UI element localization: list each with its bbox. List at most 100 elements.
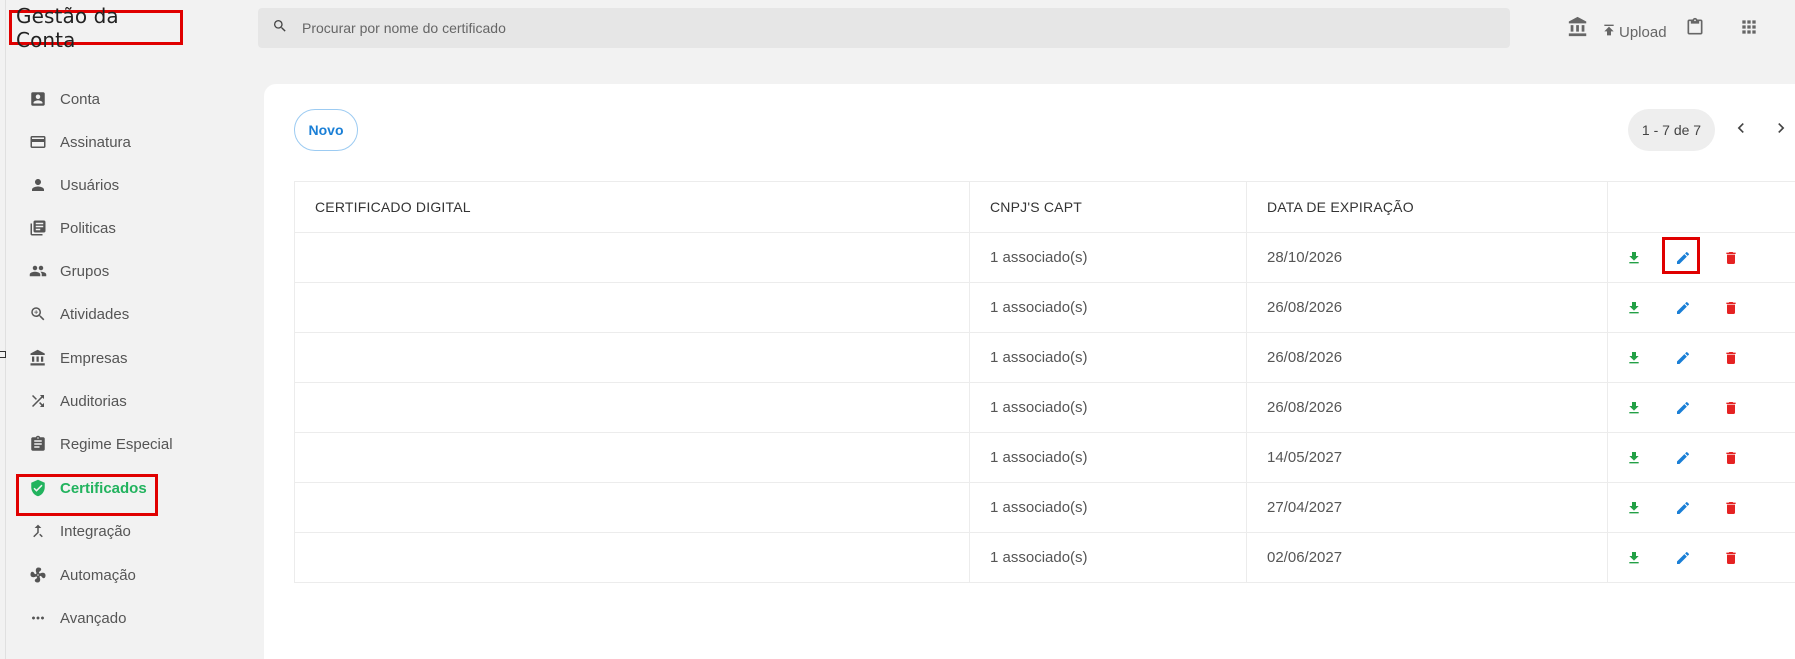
sidebar-item-politicas[interactable]: Politicas <box>28 213 116 243</box>
next-page-button[interactable] <box>1770 119 1792 141</box>
sidebar-item-label: Grupos <box>60 262 110 280</box>
certificate-name-cell <box>295 533 970 582</box>
credit-card-icon <box>28 132 48 152</box>
cnpjs-cell: 1 associado(s) <box>970 233 1247 282</box>
sidebar-item-regime-especial[interactable]: Regime Especial <box>28 429 173 459</box>
edit-pencil-icon[interactable] <box>1673 548 1693 568</box>
zoom-search-icon <box>28 304 48 324</box>
table-row[interactable]: 1 associado(s) 26/08/2026 <box>295 333 1795 383</box>
column-header-expiration[interactable]: DATA DE EXPIRAÇÃO <box>1247 182 1608 232</box>
library-books-icon <box>28 218 48 238</box>
sidebar-item-label: Atividades <box>60 305 130 323</box>
download-icon[interactable] <box>1624 548 1644 568</box>
app-root: Gestão da Conta Upload <box>0 0 1795 659</box>
more-horiz-icon <box>28 608 48 628</box>
certificate-name-cell <box>295 233 970 282</box>
table-row[interactable]: 1 associado(s) 28/10/2026 <box>295 233 1795 283</box>
sidebar-item-label: Avançado <box>60 609 127 627</box>
table-header-row: CERTIFICADO DIGITAL CNPJ'S CAPT DATA DE … <box>295 182 1795 233</box>
people-icon <box>28 261 48 281</box>
sidebar-item-grupos[interactable]: Grupos <box>28 256 109 286</box>
certificate-name-cell <box>295 333 970 382</box>
sidebar-item-label: Politicas <box>60 219 116 237</box>
search-bar[interactable] <box>258 8 1510 48</box>
expiration-cell: 02/06/2027 <box>1247 533 1608 582</box>
edit-pencil-icon[interactable] <box>1673 398 1693 418</box>
expiration-cell: 27/04/2027 <box>1247 483 1608 532</box>
cnpjs-cell: 1 associado(s) <box>970 283 1247 332</box>
column-header-cnpjs[interactable]: CNPJ'S CAPT <box>970 182 1247 232</box>
row-actions <box>1608 233 1795 282</box>
sidebar-item-label: Assinatura <box>60 133 131 151</box>
edit-pencil-icon[interactable] <box>1673 498 1693 518</box>
delete-trash-icon[interactable] <box>1721 398 1741 418</box>
bank-button[interactable] <box>1567 14 1589 44</box>
download-icon[interactable] <box>1624 448 1644 468</box>
previous-page-button[interactable] <box>1730 119 1752 141</box>
table-row[interactable]: 1 associado(s) 14/05/2027 <box>295 433 1795 483</box>
table-row[interactable]: 1 associado(s) 26/08/2026 <box>295 383 1795 433</box>
new-certificate-button[interactable]: Novo <box>294 109 358 151</box>
delete-trash-icon[interactable] <box>1721 248 1741 268</box>
download-icon[interactable] <box>1624 398 1644 418</box>
sidebar-item-avancado[interactable]: Avançado <box>28 603 126 633</box>
sidebar-item-usuarios[interactable]: Usuários <box>28 170 119 200</box>
cnpjs-cell: 1 associado(s) <box>970 433 1247 482</box>
download-icon[interactable] <box>1624 498 1644 518</box>
edit-pencil-icon[interactable] <box>1673 348 1693 368</box>
sidebar-item-label: Auditorias <box>60 392 127 410</box>
expiration-cell: 28/10/2026 <box>1247 233 1608 282</box>
edit-button-highlight <box>1662 237 1700 274</box>
sidebar-item-auditorias[interactable]: Auditorias <box>28 386 127 416</box>
delete-trash-icon[interactable] <box>1721 448 1741 468</box>
sidebar-item-automacao[interactable]: Automação <box>28 560 136 590</box>
certificate-name-cell <box>295 283 970 332</box>
delete-trash-icon[interactable] <box>1721 348 1741 368</box>
expiration-cell: 26/08/2026 <box>1247 333 1608 382</box>
active-item-highlight <box>16 474 158 516</box>
sidebar-item-conta[interactable]: Conta <box>28 84 100 114</box>
table-row[interactable]: 1 associado(s) 26/08/2026 <box>295 283 1795 333</box>
expiration-cell: 26/08/2026 <box>1247 283 1608 332</box>
search-input[interactable] <box>302 20 1302 36</box>
sidebar-item-label: Integração <box>60 522 131 540</box>
cnpjs-cell: 1 associado(s) <box>970 483 1247 532</box>
sidebar-item-label: Empresas <box>60 349 128 367</box>
chevron-left-icon <box>1731 118 1751 143</box>
sidebar-item-label: Conta <box>60 90 101 108</box>
cnpjs-cell: 1 associado(s) <box>970 533 1247 582</box>
certificate-name-cell <box>295 433 970 482</box>
expiration-cell: 14/05/2027 <box>1247 433 1608 482</box>
sidebar-item-integracao[interactable]: Integração <box>28 516 131 546</box>
row-actions <box>1608 383 1795 432</box>
left-border-line <box>5 0 6 659</box>
download-icon[interactable] <box>1624 348 1644 368</box>
download-icon[interactable] <box>1624 248 1644 268</box>
edit-pencil-icon[interactable] <box>1673 448 1693 468</box>
column-header-certificate[interactable]: CERTIFICADO DIGITAL <box>295 182 970 232</box>
download-icon[interactable] <box>1624 298 1644 318</box>
sidebar-item-empresas[interactable]: Empresas <box>28 343 128 373</box>
bank-icon <box>1567 16 1589 43</box>
apps-button[interactable] <box>1739 14 1759 44</box>
assignment-icon <box>28 434 48 454</box>
delete-trash-icon[interactable] <box>1721 498 1741 518</box>
clipboard-button[interactable] <box>1685 14 1705 44</box>
expiration-cell: 26/08/2026 <box>1247 383 1608 432</box>
upload-label: Upload <box>1619 23 1667 41</box>
sidebar-item-assinatura[interactable]: Assinatura <box>28 127 131 157</box>
app-title-box: Gestão da Conta <box>9 4 183 52</box>
drag-handle[interactable] <box>0 351 6 358</box>
edit-pencil-icon[interactable] <box>1673 298 1693 318</box>
table-row[interactable]: 1 associado(s) 27/04/2027 <box>295 483 1795 533</box>
sidebar-item-atividades[interactable]: Atividades <box>28 299 129 329</box>
app-title: Gestão da Conta <box>16 3 119 52</box>
fan-icon <box>28 565 48 585</box>
row-actions <box>1608 333 1795 382</box>
delete-trash-icon[interactable] <box>1721 298 1741 318</box>
table-row[interactable]: 1 associado(s) 02/06/2027 <box>295 533 1795 583</box>
delete-trash-icon[interactable] <box>1721 548 1741 568</box>
upload-button[interactable]: Upload <box>1599 14 1667 44</box>
person-icon <box>28 175 48 195</box>
row-actions <box>1608 433 1795 482</box>
